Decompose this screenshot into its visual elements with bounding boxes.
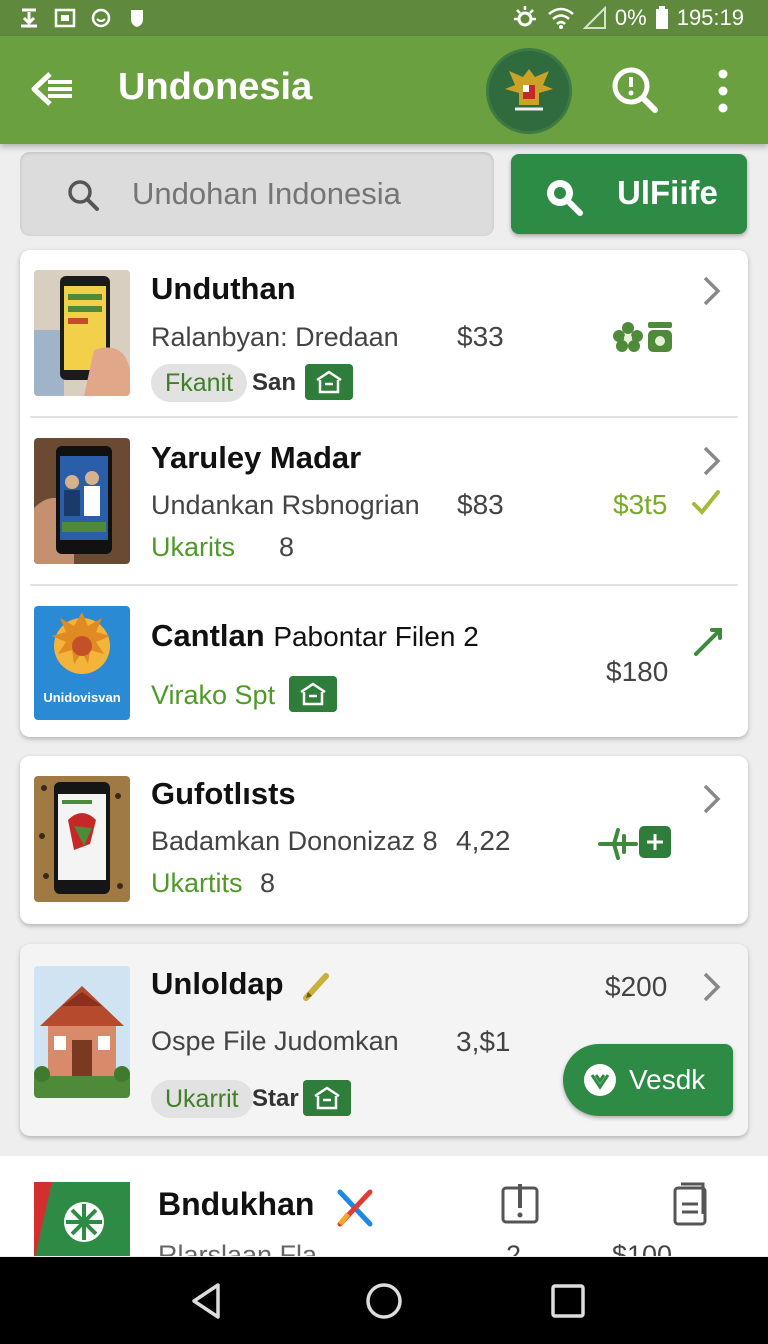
- search-input[interactable]: [132, 172, 482, 216]
- item-title-main: Cantlan: [151, 618, 265, 653]
- search-icon: [547, 180, 583, 216]
- alert-icon[interactable]: [500, 1182, 540, 1226]
- battery-percent: 0%: [614, 5, 647, 30]
- status-bar: 0% 195:19: [0, 0, 768, 36]
- item-subtitle: Ralanbyan: Dredaan: [151, 322, 399, 352]
- item-subtitle: Rlarslaan Fla: [158, 1240, 318, 1256]
- shop-icon[interactable]: [305, 364, 353, 400]
- item-value: 3,$1: [456, 1026, 511, 1057]
- item-count: 8: [260, 868, 276, 898]
- listing-card: Unduthan Ralanbyan: Dredaan $33 Fkanit S…: [20, 250, 748, 737]
- item-label: San: [252, 369, 297, 396]
- document-icon[interactable]: [672, 1182, 710, 1226]
- jar-icon: [648, 322, 672, 352]
- search-icon: [68, 180, 99, 211]
- thumbnail-caption: Unidovisvan: [43, 690, 121, 705]
- item-subtitle: Undankan Rsbnogrian: [151, 490, 420, 520]
- item-thumbnail: [34, 966, 130, 1098]
- item-value: 4,22: [456, 825, 511, 856]
- item-count: 2: [506, 1240, 522, 1256]
- image-icon: [54, 8, 76, 28]
- item-status: Virako Spt: [151, 680, 276, 710]
- item-thumbnail: Unidovisvan: [34, 606, 130, 720]
- plane-icon: [598, 828, 638, 860]
- brightness-icon: [513, 6, 536, 27]
- item-title-suffix: Pabontar Filen 2: [273, 621, 479, 652]
- battery-icon: [655, 6, 668, 29]
- wifi-icon: [548, 7, 574, 29]
- pencil-icon[interactable]: [302, 970, 332, 1002]
- item-label: Star: [252, 1085, 299, 1112]
- item-price: $200: [605, 971, 668, 1002]
- item-price: $100: [612, 1240, 673, 1256]
- status-pill[interactable]: Ukarrit: [151, 1080, 253, 1118]
- chevron-right-icon[interactable]: [700, 782, 724, 816]
- chevron-right-icon[interactable]: [700, 970, 724, 1004]
- shop-icon[interactable]: [303, 1080, 351, 1116]
- item-count: 8: [279, 532, 295, 562]
- chevron-right-icon[interactable]: [700, 274, 724, 308]
- list-item[interactable]: Unduthan Ralanbyan: Dredaan $33 Fkanit S…: [20, 250, 748, 416]
- search-icon[interactable]: [608, 64, 660, 116]
- shop-icon[interactable]: [289, 676, 337, 712]
- item-thumbnail: [34, 1182, 130, 1256]
- item-price: $83: [457, 489, 504, 520]
- item-subtitle: Badamkan Dononizaz 8: [151, 826, 438, 856]
- cross-icon: [337, 1189, 373, 1227]
- item-status: Ukarits: [151, 532, 236, 562]
- item-thumbnail: [34, 776, 130, 902]
- pencil-icon[interactable]: [692, 624, 726, 658]
- back-icon[interactable]: [28, 64, 78, 114]
- download-icon: [21, 8, 37, 28]
- check-icon: [692, 490, 720, 515]
- chevron-right-icon[interactable]: [700, 444, 724, 478]
- plus-icon[interactable]: [639, 826, 671, 858]
- shield-icon: [131, 10, 143, 27]
- item-price: $180: [606, 656, 669, 687]
- smiley-icon: [91, 8, 111, 28]
- home-nav-icon[interactable]: [364, 1281, 404, 1321]
- search-button-label: UlFiife: [617, 174, 718, 211]
- item-thumbnail: [34, 438, 130, 564]
- search-button[interactable]: UlFiife: [511, 154, 747, 234]
- list-item[interactable]: Unidovisvan Cantlan Pabontar Filen 2 $18…: [20, 586, 748, 736]
- app-bar: Undonesia: [0, 36, 768, 144]
- item-status: Ukartits: [151, 868, 243, 898]
- item-title: Bndukhan: [158, 1186, 315, 1222]
- list-item[interactable]: Yaruley Madar Undankan Rsbnogrian $83 $3…: [20, 418, 748, 584]
- item-title: Cantlan Pabontar Filen 2: [151, 618, 479, 654]
- search-field[interactable]: [20, 152, 494, 236]
- back-nav-icon[interactable]: [188, 1281, 228, 1321]
- verify-icon: [584, 1064, 616, 1096]
- listing-card[interactable]: Unloldap $200 Ospe File Judomkan 3,$1 Uk…: [20, 944, 748, 1136]
- verify-button-label: Vesdk: [629, 1064, 706, 1095]
- clock: 195:19: [676, 5, 744, 30]
- item-title: Yaruley Madar: [151, 440, 362, 475]
- garuda-emblem: [486, 48, 572, 134]
- item-title: Unduthan: [151, 271, 296, 306]
- listing-card[interactable]: Gufotlısts Badamkan Dononizaz 8 4,22 Uka…: [20, 756, 748, 924]
- item-thumbnail: [34, 270, 130, 396]
- list-item[interactable]: Bndukhan Rlarslaan Fla 2 $100: [0, 1156, 768, 1256]
- verify-button[interactable]: Vesdk: [563, 1044, 733, 1116]
- signal-icon: [582, 6, 606, 29]
- item-price: $33: [457, 321, 504, 352]
- flower-icon: [613, 322, 643, 352]
- more-icon[interactable]: [708, 66, 738, 116]
- item-title: Unloldap: [151, 966, 284, 1001]
- status-pill[interactable]: Fkanit: [151, 364, 248, 402]
- item-subtitle: Ospe File Judomkan: [151, 1026, 399, 1056]
- item-title: Gufotlısts: [151, 776, 296, 811]
- item-alt-price: $3t5: [613, 489, 668, 520]
- recents-nav-icon[interactable]: [548, 1281, 588, 1321]
- app-title: Undonesia: [118, 66, 313, 108]
- system-navigation-bar: [0, 1257, 768, 1344]
